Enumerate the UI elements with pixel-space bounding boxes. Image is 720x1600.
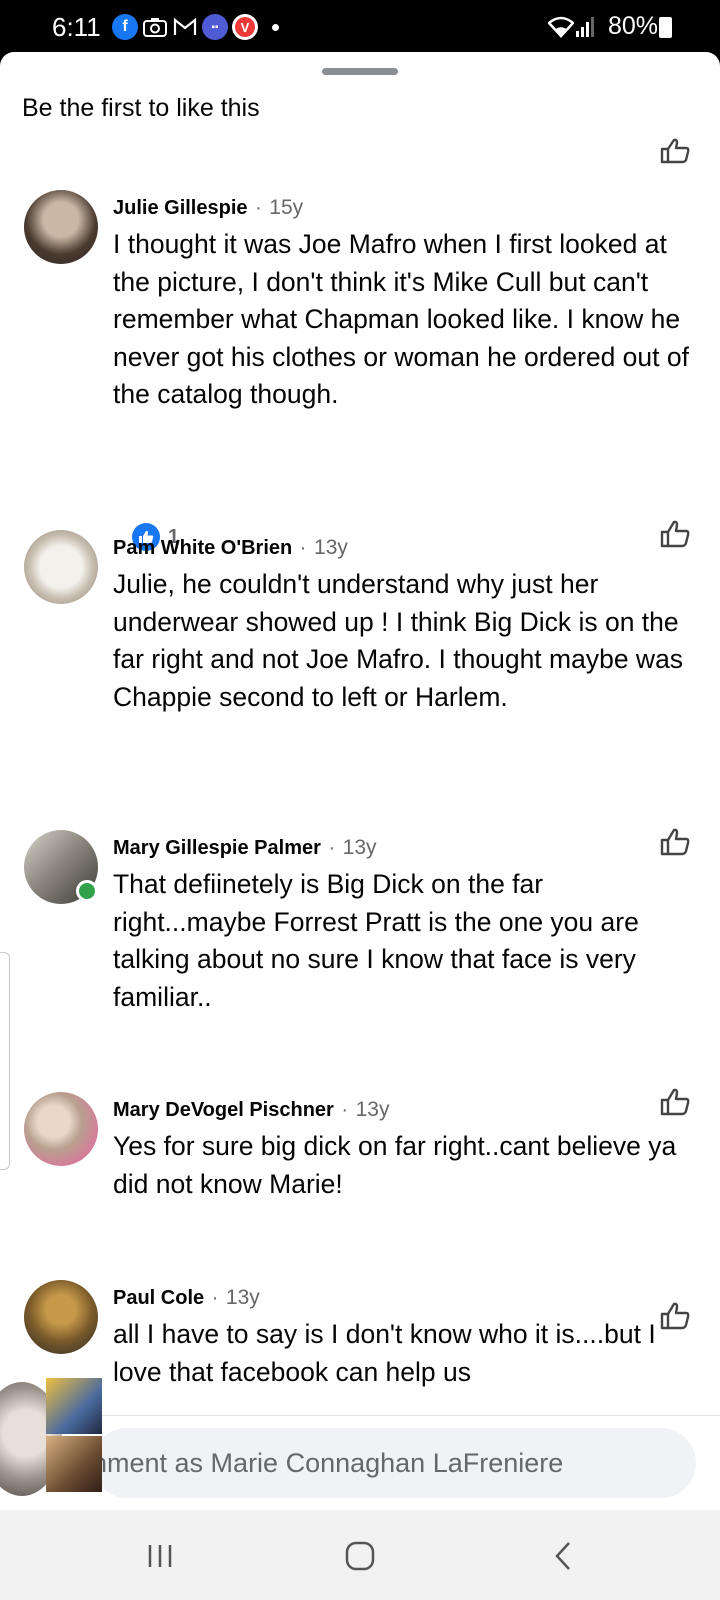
comment-text: Yes for sure big dick on far right..cant… xyxy=(113,1131,677,1199)
recents-icon xyxy=(148,1545,172,1567)
avatar[interactable] xyxy=(46,1436,102,1492)
comment-composer: nment as Marie Connaghan LaFreniere xyxy=(0,1415,720,1510)
comment-author[interactable]: Pam White O'Brien xyxy=(113,537,292,559)
gmail-icon xyxy=(172,14,198,40)
like-icon[interactable] xyxy=(660,520,690,548)
comment-header: Paul Cole · 13y xyxy=(113,1286,260,1309)
comment-author[interactable]: Mary DeVogel Pischner xyxy=(113,1099,334,1121)
status-bar: 6:11 f ▪▪ V 80% xyxy=(0,0,720,52)
drag-handle[interactable] xyxy=(322,68,398,75)
messages-icon: ▪▪ xyxy=(202,14,228,40)
like-icon[interactable] xyxy=(660,828,690,856)
comment-header: Julie Gillespie · 15y xyxy=(113,196,304,219)
facebook-icon: f xyxy=(112,14,138,40)
battery-icon xyxy=(659,17,672,38)
home-icon xyxy=(345,1541,375,1571)
likes-summary: Be the first to like this xyxy=(22,94,260,122)
vivaldi-icon: V xyxy=(232,14,258,40)
comment-time[interactable]: 13y xyxy=(343,836,377,859)
comments-sheet: Be the first to like this Julie Gillespi… xyxy=(0,52,720,1510)
back-icon xyxy=(555,1542,570,1570)
scroll-indicator[interactable] xyxy=(0,952,10,1170)
wifi-icon xyxy=(548,16,574,38)
comment-header: Mary Gillespie Palmer · 13y xyxy=(113,836,377,859)
comment-input-placeholder: nment as Marie Connaghan LaFreniere xyxy=(92,1448,564,1478)
signal-icon xyxy=(576,17,594,37)
system-nav-bar xyxy=(0,1510,720,1600)
comment-time[interactable]: 13y xyxy=(226,1286,260,1309)
comment-author[interactable]: Julie Gillespie xyxy=(113,197,248,219)
status-time: 6:11 xyxy=(52,12,101,42)
comment-text: That defiinetely is Big Dick on the far … xyxy=(113,869,639,1012)
comment-input[interactable]: nment as Marie Connaghan LaFreniere xyxy=(92,1428,696,1498)
recents-button[interactable] xyxy=(140,1538,180,1574)
camera-icon xyxy=(142,14,168,40)
comment-author[interactable]: Paul Cole xyxy=(113,1287,204,1309)
comment-text: Julie, he couldn't understand why just h… xyxy=(113,569,684,712)
online-status-indicator xyxy=(76,880,98,902)
comment-text: all I have to say is I don't know who it… xyxy=(113,1319,656,1387)
notification-icons: f ▪▪ V xyxy=(112,14,288,40)
avatar[interactable] xyxy=(24,1092,98,1166)
comment-author[interactable]: Mary Gillespie Palmer xyxy=(113,837,321,859)
comment-time[interactable]: 13y xyxy=(314,536,348,559)
dot-icon xyxy=(262,14,288,40)
comment-header: Pam White O'Brien · 13y xyxy=(113,536,348,559)
avatar[interactable] xyxy=(24,530,98,604)
comment-time[interactable]: 13y xyxy=(356,1098,390,1121)
back-button[interactable] xyxy=(544,1538,584,1574)
avatar[interactable] xyxy=(46,1378,102,1434)
comment-header: Mary DeVogel Pischner · 13y xyxy=(113,1098,390,1121)
home-button[interactable] xyxy=(340,1538,380,1574)
like-icon[interactable] xyxy=(660,138,690,164)
avatar[interactable] xyxy=(24,1280,98,1354)
comment-time[interactable]: 15y xyxy=(269,196,303,219)
avatar[interactable] xyxy=(24,190,98,264)
like-icon[interactable] xyxy=(660,1088,690,1116)
comment-text: I thought it was Joe Mafro when I first … xyxy=(113,229,689,409)
battery-percent: 80% xyxy=(607,12,658,40)
chat-heads[interactable] xyxy=(0,1378,104,1496)
